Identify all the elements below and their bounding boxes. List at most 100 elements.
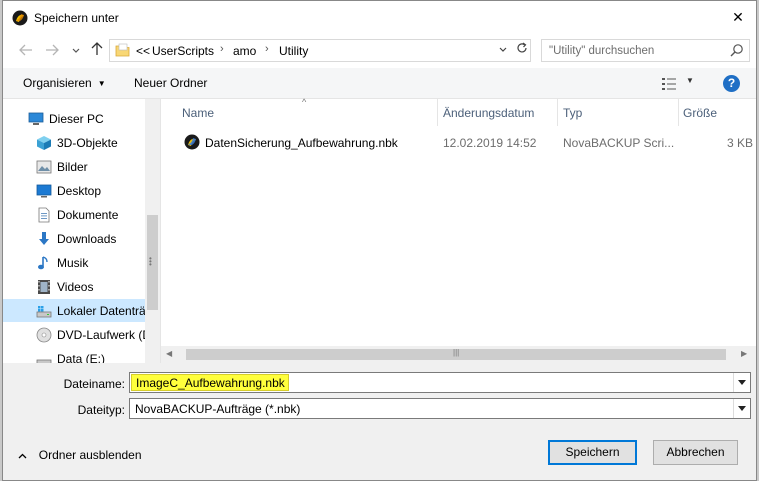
back-button[interactable] <box>17 42 35 60</box>
filetype-label: Dateityp: <box>77 403 125 417</box>
refresh-button[interactable] <box>514 42 530 58</box>
search-box[interactable] <box>541 39 750 62</box>
save-as-dialog: Speichern unter ✕ << UserScripts › amo ›… <box>2 0 757 481</box>
nav-item-label: Dieser PC <box>49 112 104 126</box>
grip-icon: ||| <box>453 348 460 357</box>
videos-icon <box>38 280 50 294</box>
filename-field[interactable]: ImageC_Aufbewahrung.nbk <box>129 372 751 393</box>
hide-folders-toggle[interactable]: Ordner ausblenden <box>18 448 142 462</box>
nav-item-dvd-drive[interactable]: DVD-Laufwerk (D:) <box>3 323 145 346</box>
forward-button[interactable] <box>43 42 61 60</box>
novabackup-file-icon <box>184 134 200 150</box>
address-row: << UserScripts › amo › Utility <box>3 34 756 68</box>
pc-icon <box>28 112 44 125</box>
desktop-icon <box>36 184 52 198</box>
breadcrumb-overflow[interactable]: << <box>136 44 150 58</box>
column-header-size[interactable]: Größe <box>683 99 717 126</box>
address-bar[interactable]: << UserScripts › amo › Utility <box>109 39 531 62</box>
command-bar: Organisieren ▼ Neuer Ordner ▼ ? <box>3 68 756 99</box>
dialog-title: Speichern unter <box>34 11 119 25</box>
filetype-select[interactable]: NovaBACKUP-Aufträge (*.nbk) <box>129 398 751 419</box>
3d-objects-icon <box>37 136 51 150</box>
file-name: DatenSicherung_Aufbewahrung.nbk <box>205 136 398 150</box>
help-icon[interactable]: ? <box>723 75 740 92</box>
file-list: ^ Name Änderungsdatum Typ Größe DatenSic… <box>161 97 756 363</box>
nav-item-label: Videos <box>57 280 94 294</box>
chevron-up-icon <box>18 451 30 462</box>
sort-ascending-icon: ^ <box>302 97 307 107</box>
nav-item-desktop[interactable]: Desktop <box>3 179 145 202</box>
arrow-left-icon <box>19 44 32 56</box>
arrow-right-icon <box>46 44 59 56</box>
nav-item-label: Desktop <box>57 184 102 198</box>
downloads-icon <box>39 232 49 245</box>
file-size: 3 KB <box>727 136 754 150</box>
list-horizontal-scrollbar[interactable]: ◀ ||| ▶ <box>161 346 756 363</box>
nav-item-label: Downloads <box>57 232 117 246</box>
caret-down-icon: ▼ <box>97 79 106 88</box>
column-header-modified[interactable]: Änderungsdatum <box>443 99 534 126</box>
up-button[interactable] <box>88 42 106 60</box>
breadcrumb-userscripts[interactable]: UserScripts <box>152 44 214 58</box>
nav-item-label: DVD-Laufwerk (D:) <box>57 328 145 342</box>
search-input[interactable] <box>542 40 722 61</box>
filetype-value: NovaBACKUP-Aufträge (*.nbk) <box>135 402 301 416</box>
dvd-icon <box>36 327 52 343</box>
nav-item-data-drive[interactable]: Data (E:) <box>3 347 145 363</box>
chevron-down-icon <box>499 47 507 52</box>
nav-item-pictures[interactable]: Bilder <box>3 155 145 178</box>
documents-icon <box>38 207 50 223</box>
scroll-left-icon[interactable]: ◀ <box>166 349 172 358</box>
nav-item-3d-objects[interactable]: 3D-Objekte <box>3 131 145 154</box>
search-icon <box>730 44 743 57</box>
nav-item-label: Bilder <box>57 160 88 174</box>
novabackup-app-icon <box>12 10 28 26</box>
column-divider[interactable] <box>437 99 438 126</box>
hide-folders-label: Ordner ausblenden <box>38 448 142 462</box>
recent-locations-button[interactable] <box>67 42 85 60</box>
pictures-icon <box>36 160 52 174</box>
music-icon <box>38 256 48 270</box>
breadcrumb-amo[interactable]: amo <box>233 44 256 58</box>
scroll-right-icon[interactable]: ▶ <box>741 349 747 358</box>
column-divider[interactable] <box>678 99 679 126</box>
organize-button[interactable]: Organisieren ▼ <box>23 76 106 90</box>
drive-icon <box>36 306 52 318</box>
nav-item-documents[interactable]: Dokumente <box>3 203 145 226</box>
arrow-up-icon <box>91 42 103 55</box>
nav-item-label: Data (E:) <box>57 352 106 363</box>
view-options-icon[interactable] <box>661 77 677 91</box>
new-folder-button[interactable]: Neuer Ordner <box>134 76 207 90</box>
column-header-name[interactable]: Name <box>182 99 214 126</box>
nav-item-this-pc[interactable]: Dieser PC <box>3 107 145 130</box>
nav-item-local-disk[interactable]: Lokaler Datenträger (C:) <box>3 299 145 322</box>
column-header-type[interactable]: Typ <box>563 99 582 126</box>
chevron-right-icon[interactable]: › <box>265 43 269 55</box>
grip-icon: • • • <box>149 254 152 269</box>
filename-highlight: ImageC_Aufbewahrung.nbk <box>131 374 289 391</box>
chevron-right-icon[interactable]: › <box>220 43 224 55</box>
filename-label: Dateiname: <box>63 377 125 391</box>
column-divider[interactable] <box>557 99 558 126</box>
cancel-button[interactable]: Abbrechen <box>653 440 738 465</box>
nav-item-label: Musik <box>57 256 89 270</box>
organize-label: Organisieren <box>23 76 92 90</box>
nav-item-videos[interactable]: Videos <box>3 275 145 298</box>
nav-item-label: Lokaler Datenträger (C:) <box>57 304 145 318</box>
nav-item-music[interactable]: Musik <box>3 251 145 274</box>
save-button[interactable]: Speichern <box>548 440 637 465</box>
caret-down-icon <box>738 406 746 411</box>
address-dropdown-button[interactable] <box>496 43 510 57</box>
nav-item-downloads[interactable]: Downloads <box>3 227 145 250</box>
caret-down-icon[interactable]: ▼ <box>686 76 694 85</box>
chevron-down-icon <box>72 48 80 53</box>
file-modified: 12.02.2019 14:52 <box>443 136 537 150</box>
filename-dropdown-button[interactable] <box>733 373 750 392</box>
refresh-icon <box>517 42 527 53</box>
close-button[interactable]: ✕ <box>728 7 748 27</box>
nav-scrollbar[interactable]: • • • <box>145 99 160 363</box>
file-row[interactable]: DatenSicherung_Aufbewahrung.nbk 12.02.20… <box>161 131 756 153</box>
filename-value[interactable]: ImageC_Aufbewahrung.nbk <box>136 376 285 390</box>
breadcrumb-utility[interactable]: Utility <box>279 44 308 58</box>
filetype-dropdown-button[interactable] <box>733 399 750 418</box>
